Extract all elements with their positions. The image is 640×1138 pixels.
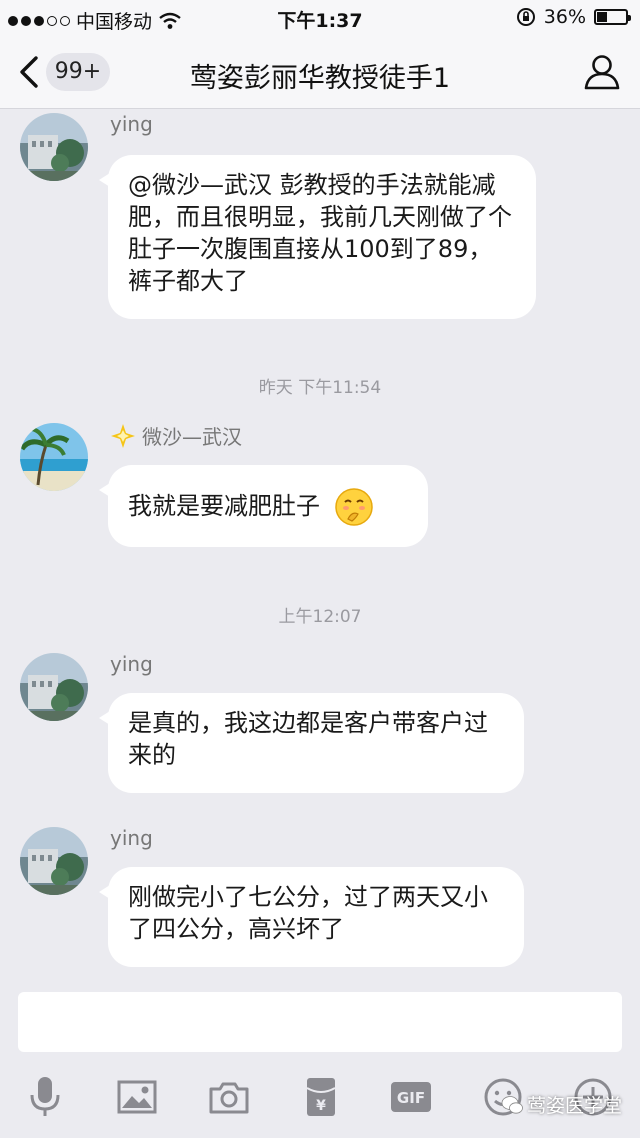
- sender-name: ying: [110, 826, 153, 850]
- microphone-icon: [30, 1077, 60, 1116]
- wechat-icon: [501, 1095, 523, 1114]
- avatar-building[interactable]: [20, 113, 88, 181]
- message-list[interactable]: ying @微沙—武汉 彭教授的手法就能减肥，而且很明显，我前几天刚做了个肚子一…: [0, 109, 640, 989]
- input-toolbar: ¥ GIF 莺姿医学堂: [0, 1060, 640, 1138]
- back-chevron-icon[interactable]: [14, 54, 44, 90]
- status-bar: 中国移动 下午1:37 36%: [0, 0, 640, 36]
- unread-count-badge[interactable]: 99+: [46, 53, 110, 91]
- battery-icon: [594, 9, 631, 25]
- avatar-building[interactable]: [20, 827, 88, 895]
- red-packet-symbol: ¥: [316, 1098, 326, 1114]
- camera-icon: [209, 1082, 249, 1114]
- gif-label: GIF: [397, 1089, 425, 1107]
- image-button[interactable]: [112, 1072, 162, 1122]
- sender-row: 微沙—武汉: [110, 421, 242, 450]
- chat-title: 莺姿彭丽华教授徒手1: [189, 63, 451, 94]
- red-packet-button[interactable]: ¥: [296, 1072, 346, 1122]
- member-rank-diamond-icon: [111, 423, 135, 448]
- avatar-beach[interactable]: [20, 423, 88, 491]
- group-members-icon[interactable]: [580, 50, 624, 94]
- message-text: 我就是要减肥肚子: [128, 492, 320, 520]
- message-timestamp: 昨天 下午11:54: [258, 378, 382, 398]
- rotation-lock-icon: [516, 8, 535, 26]
- message-bubble[interactable]: 我就是要减肥肚子: [99, 465, 428, 547]
- voice-button[interactable]: [20, 1072, 70, 1122]
- sender-name: ying: [110, 112, 153, 136]
- message-bubble[interactable]: 刚做完小了七公分，过了两天又小了四公分，高兴坏了: [99, 867, 524, 967]
- battery-percent: 36%: [543, 6, 586, 28]
- red-packet-icon: ¥: [306, 1078, 336, 1116]
- sender-name: ying: [110, 652, 153, 676]
- watermark: 莺姿医学堂: [501, 1091, 622, 1118]
- watermark-text: 莺姿医学堂: [526, 1095, 622, 1117]
- gif-button[interactable]: GIF: [386, 1072, 436, 1122]
- message-input[interactable]: [18, 992, 622, 1052]
- message-bubble[interactable]: 是真的，我这边都是客户带客户过来的: [99, 693, 524, 793]
- message-bubble[interactable]: @微沙—武汉 彭教授的手法就能减肥，而且很明显，我前几天刚做了个肚子一次腹围直接…: [99, 155, 536, 319]
- gif-icon: GIF: [391, 1082, 431, 1112]
- camera-button[interactable]: [204, 1072, 254, 1122]
- chat-screen: 中国移动 下午1:37 36% 99+ 莺姿彭丽华教授徒手1 ying @微沙—…: [0, 0, 640, 1138]
- message-timestamp: 上午12:07: [278, 607, 362, 627]
- image-icon: [117, 1080, 157, 1114]
- navigation-bar: 99+ 莺姿彭丽华教授徒手1: [0, 36, 640, 109]
- shy-smile-emoji-icon: [335, 488, 373, 526]
- avatar-building[interactable]: [20, 653, 88, 721]
- sender-name: 微沙—武汉: [142, 425, 242, 449]
